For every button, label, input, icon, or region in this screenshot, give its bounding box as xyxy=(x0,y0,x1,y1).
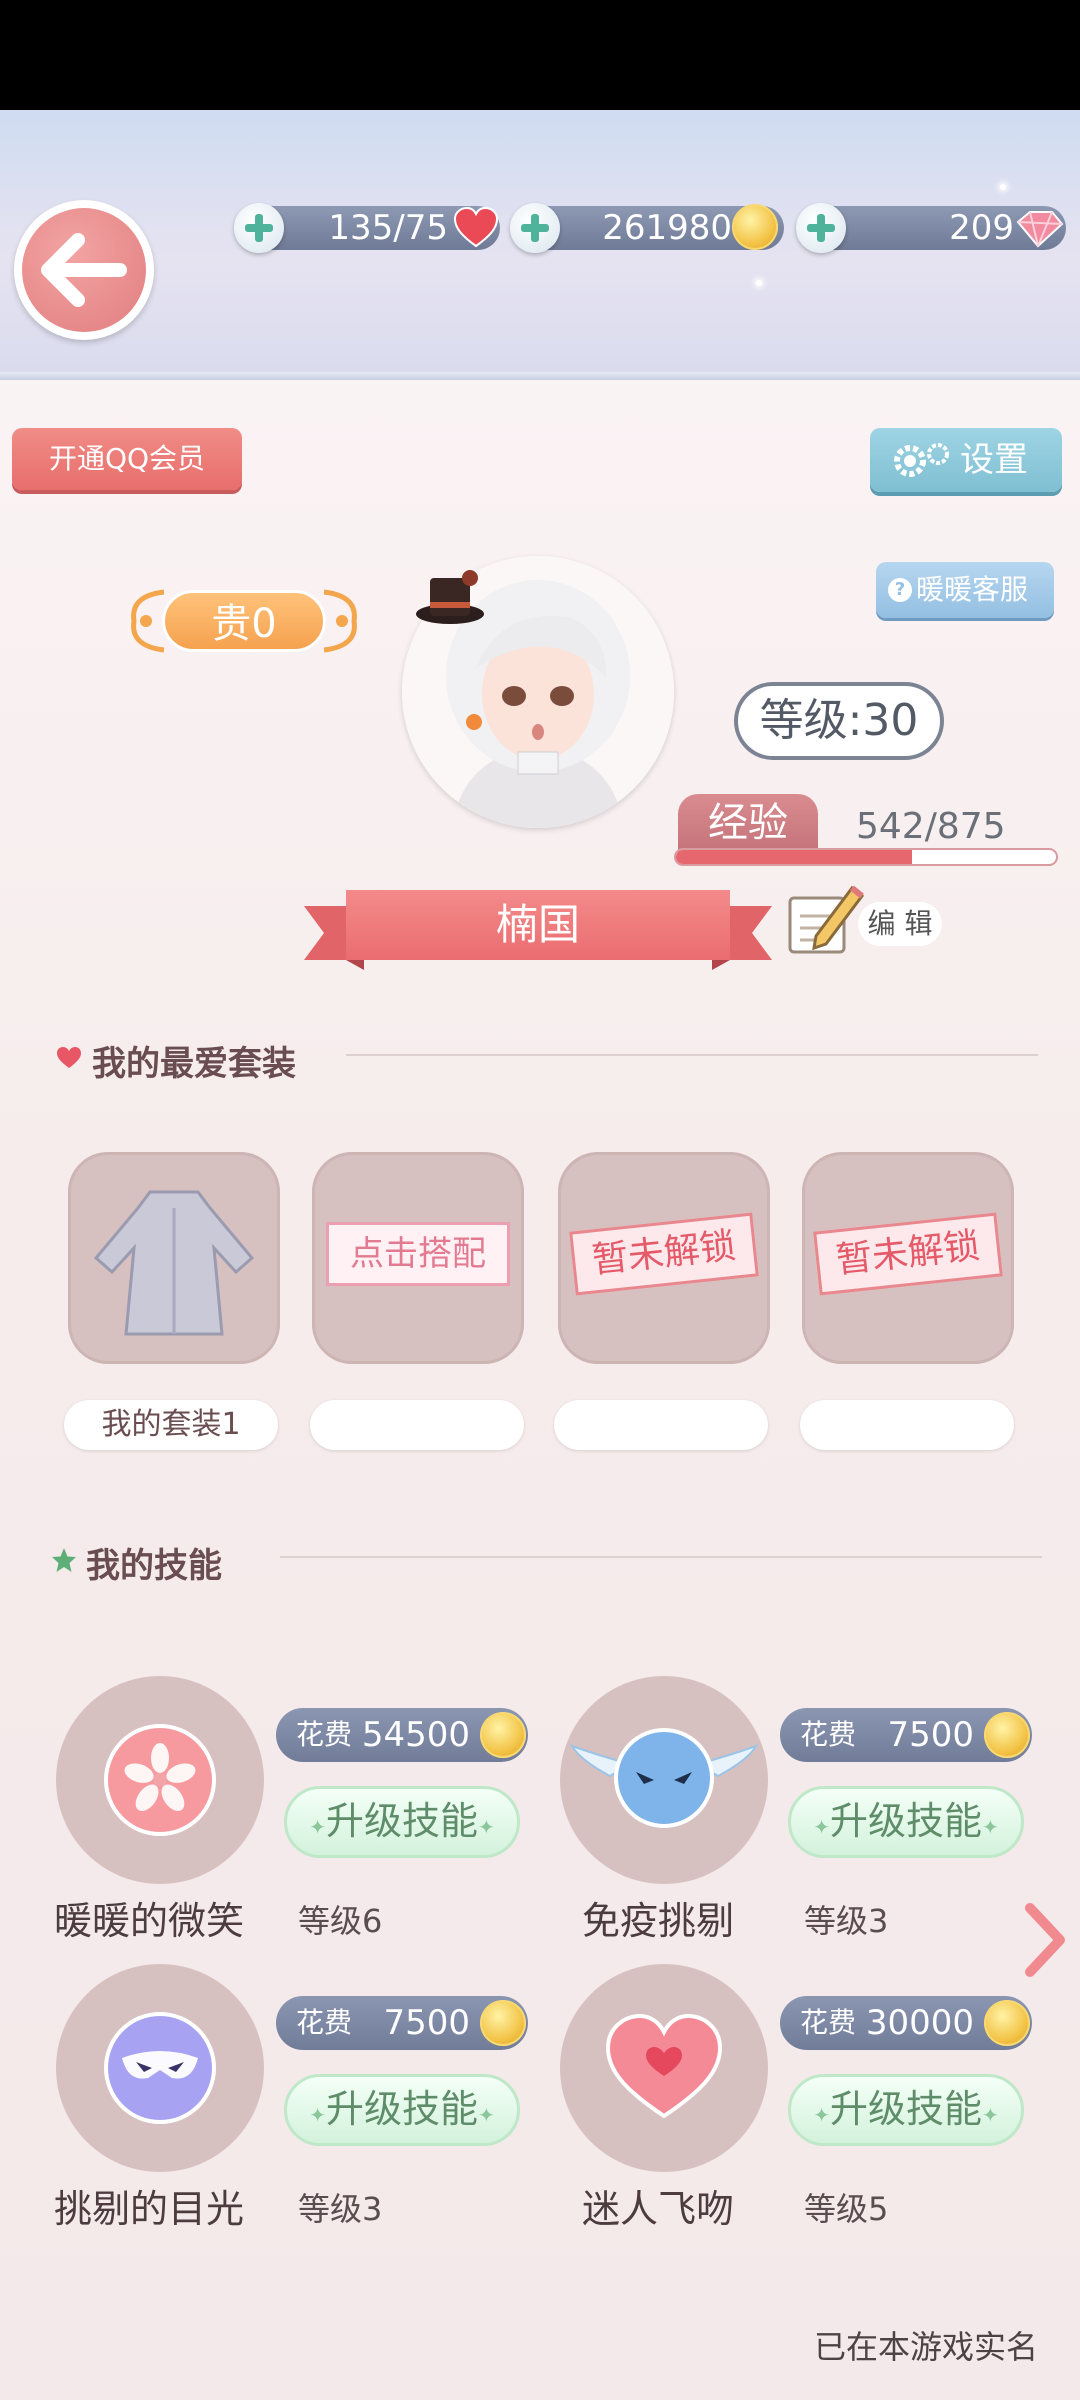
upgrade-label: 升级技能 xyxy=(829,1799,982,1843)
skill-3-upgrade-button[interactable]: ✦升级技能✦ xyxy=(284,2074,520,2146)
outfit-slot-3[interactable]: 暂未解锁 xyxy=(558,1152,770,1364)
exp-label: 经验 xyxy=(678,794,818,852)
outfit-slot-1[interactable] xyxy=(68,1152,280,1364)
gold-coin-icon xyxy=(984,2000,1030,2046)
add-stamina-button[interactable] xyxy=(234,203,284,253)
cost-label: 花费 xyxy=(800,1718,857,1751)
skill-3-icon-frame[interactable] xyxy=(56,1964,264,2172)
stamina-value: 135/75 xyxy=(328,208,448,248)
outfit-slot-4[interactable]: 暂未解锁 xyxy=(802,1152,1014,1364)
skill-3-name: 挑剔的目光 xyxy=(54,2187,245,2231)
outfit-slot-2[interactable]: 点击搭配 xyxy=(312,1152,524,1364)
section-divider xyxy=(346,1054,1038,1056)
add-diamond-button[interactable] xyxy=(796,203,846,253)
skill-2-level: 等级3 xyxy=(804,1902,889,1940)
customer-service-label: 暖暖客服 xyxy=(916,573,1029,606)
cost-label: 花费 xyxy=(296,1718,353,1751)
outfit-slot-3-label[interactable] xyxy=(554,1400,768,1450)
skills-title: 我的技能 xyxy=(86,1546,222,1586)
settings-button[interactable]: 设置 xyxy=(870,428,1062,492)
skill-1-level: 等级6 xyxy=(298,1902,383,1940)
gold-coin-icon xyxy=(984,1712,1030,1758)
outfit-slot-2-label[interactable] xyxy=(310,1400,524,1450)
sakura-icon xyxy=(104,1724,216,1836)
skill-3-cost-value: 7500 xyxy=(383,2003,470,2043)
sparkle-decoration xyxy=(756,280,762,286)
exp-progress-bar xyxy=(674,848,1058,866)
outfit-slot-1-label[interactable]: 我的套装1 xyxy=(64,1400,278,1450)
skill-2-icon-frame[interactable] xyxy=(560,1676,768,1884)
skill-2-cost-value: 7500 xyxy=(887,1715,974,1755)
skill-4-level: 等级5 xyxy=(804,2190,889,2228)
outfit-slot-4-label[interactable] xyxy=(800,1400,1014,1450)
vip-badge[interactable]: 贵0 xyxy=(124,582,364,660)
skill-1-name: 暖暖的微笑 xyxy=(54,1899,245,1943)
gold-coin-icon xyxy=(480,2000,526,2046)
player-name: 楠国 xyxy=(346,890,730,960)
edit-pencil-icon[interactable] xyxy=(786,876,866,960)
upgrade-label: 升级技能 xyxy=(325,1799,478,1843)
top-hat-icon xyxy=(416,570,484,624)
sparkle-decoration xyxy=(1000,184,1006,190)
star-bullet-icon xyxy=(52,1548,76,1572)
skill-1-cost-value: 54500 xyxy=(361,1715,470,1755)
gold-coin-icon xyxy=(480,1712,526,1758)
status-bar xyxy=(0,0,1080,110)
cost-label: 花费 xyxy=(800,2006,857,2039)
real-name-verified-text: 已在本游戏实名 xyxy=(813,2328,1038,2366)
exp-progress-fill xyxy=(676,850,912,864)
skill-4-name: 迷人飞吻 xyxy=(582,2187,735,2231)
player-name-ribbon: 楠国 xyxy=(304,890,772,970)
winged-mask-icon xyxy=(570,1728,758,1828)
purple-mask-icon xyxy=(104,2012,216,2124)
arrow-left-icon xyxy=(41,233,127,307)
exp-value: 542/875 xyxy=(856,806,1006,847)
gold-coin-icon xyxy=(732,204,778,250)
settings-label: 设置 xyxy=(960,440,1028,480)
skill-2-upgrade-button[interactable]: ✦升级技能✦ xyxy=(788,1786,1024,1858)
section-divider xyxy=(280,1556,1042,1558)
player-level: 等级:30 xyxy=(734,682,944,760)
back-button[interactable] xyxy=(14,200,154,340)
skill-2-name: 免疫挑剔 xyxy=(582,1899,735,1943)
question-icon: ? xyxy=(888,578,912,602)
upgrade-label: 升级技能 xyxy=(325,2087,478,2131)
qq-vip-button[interactable]: 开通QQ会员 xyxy=(12,428,242,490)
locked-stamp: 暂未解锁 xyxy=(813,1212,1003,1296)
skill-4-cost-value: 30000 xyxy=(865,2003,974,2043)
skill-3-level: 等级3 xyxy=(298,2190,383,2228)
diamond-value: 209 xyxy=(949,208,1014,248)
upgrade-label: 升级技能 xyxy=(829,2087,982,2131)
favorite-outfits-title: 我的最爱套装 xyxy=(92,1044,296,1084)
chevron-right-icon[interactable] xyxy=(1022,1900,1068,1980)
heart-icon xyxy=(453,206,499,248)
locked-stamp: 暂未解锁 xyxy=(569,1212,759,1296)
heart-kiss-icon xyxy=(605,2013,723,2119)
add-gold-button[interactable] xyxy=(510,203,560,253)
gold-value: 261980 xyxy=(602,208,732,248)
diamond-icon xyxy=(1016,211,1064,248)
dress-icon xyxy=(93,1190,255,1336)
heart-bullet-icon xyxy=(57,1047,81,1068)
skill-4-upgrade-button[interactable]: ✦升级技能✦ xyxy=(788,2074,1024,2146)
skill-1-upgrade-button[interactable]: ✦升级技能✦ xyxy=(284,1786,520,1858)
cost-label: 花费 xyxy=(296,2006,353,2039)
skill-4-icon-frame[interactable] xyxy=(560,1964,768,2172)
edit-name-button[interactable]: 编 辑 xyxy=(858,902,942,946)
vip-level: 贵0 xyxy=(162,590,326,652)
skill-1-icon-frame[interactable] xyxy=(56,1676,264,1884)
click-to-match-stamp: 点击搭配 xyxy=(326,1222,510,1286)
gear-icon xyxy=(894,443,949,477)
customer-service-button[interactable]: ? 暖暖客服 xyxy=(876,562,1054,618)
